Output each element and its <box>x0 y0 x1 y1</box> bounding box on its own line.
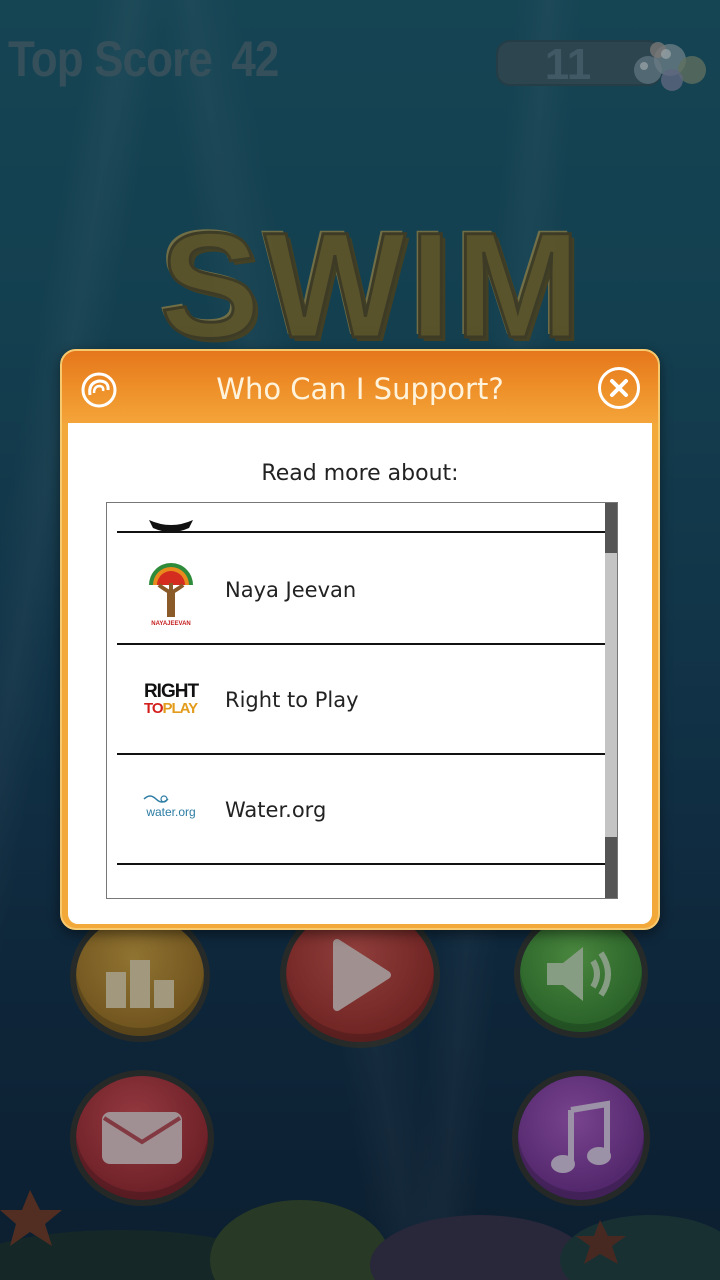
right-to-play-logo-icon: RIGHT TOPLAY <box>133 663 209 737</box>
list-item-partial-bottom[interactable] <box>117 865 605 898</box>
rtp-logo-play: PLAY <box>162 700 199 717</box>
list-item-water-org[interactable]: water.org Water.org <box>117 755 605 865</box>
read-more-label: Read more about: <box>261 461 459 486</box>
water-logo-text: water.org <box>146 805 196 819</box>
close-icon <box>610 379 628 397</box>
rtp-logo-line1: RIGHT <box>143 681 199 702</box>
swirl-logo-icon <box>81 372 117 408</box>
dialog-header: Who Can I Support? <box>62 351 658 423</box>
naya-jeevan-logo-text: NAYAJEEVAN <box>151 621 190 627</box>
list-item-right-to-play[interactable]: RIGHT TOPLAY Right to Play <box>117 645 605 755</box>
list-scrollbar[interactable] <box>605 503 617 898</box>
list-item-label: Water.org <box>225 798 327 822</box>
partial-logo-icon <box>133 883 209 898</box>
dialog-body: Read more about: NAYAJEEVAN Naya Jeevan … <box>68 423 652 924</box>
rtp-logo-to: TO <box>143 700 164 717</box>
dialog-title: Who Can I Support? <box>216 372 504 406</box>
water-org-logo-icon: water.org <box>133 773 209 847</box>
scrollbar-thumb[interactable] <box>605 553 617 837</box>
charity-list[interactable]: NAYAJEEVAN Naya Jeevan RIGHT TOPLAY Righ… <box>106 502 618 899</box>
list-item-partial-top[interactable] <box>117 503 605 533</box>
list-item-naya-jeevan[interactable]: NAYAJEEVAN Naya Jeevan <box>117 535 605 645</box>
naya-jeevan-logo-icon: NAYAJEEVAN <box>133 553 209 627</box>
support-dialog: Who Can I Support? Read more about: NAYA… <box>60 349 660 930</box>
list-item-label: Right to Play <box>225 688 359 712</box>
close-button[interactable] <box>598 367 640 409</box>
list-item-label: Naya Jeevan <box>225 578 357 602</box>
